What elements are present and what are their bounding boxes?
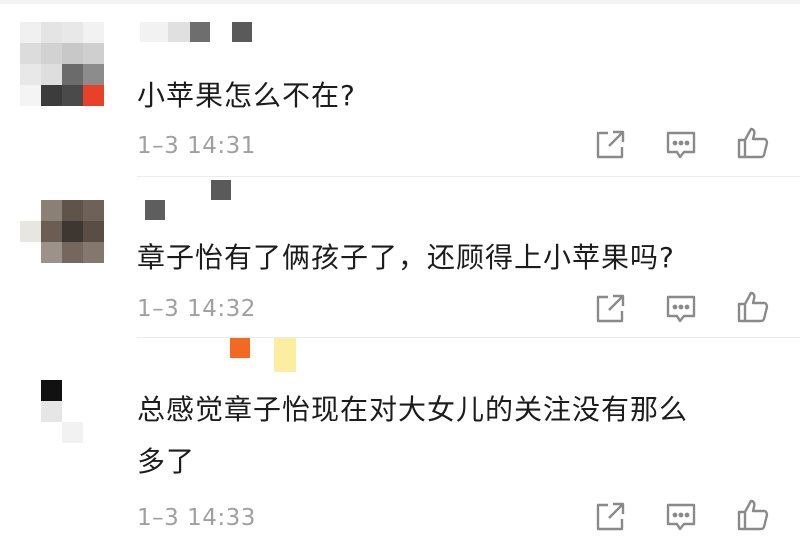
- comment-list: 小苹果怎么不在? 1–3 14:31 章子怡有了俩孩子了，还顾得上小苹果吗? 1…: [0, 0, 800, 541]
- share-button[interactable]: [593, 292, 627, 326]
- thumbs-up-icon: [737, 127, 769, 159]
- comment-time: 1–3 14:31: [137, 133, 256, 159]
- thumbs-up-icon: [737, 291, 769, 323]
- avatar[interactable]: [20, 22, 106, 108]
- share-button[interactable]: [593, 128, 627, 162]
- share-button[interactable]: [593, 500, 627, 534]
- reply-button[interactable]: [664, 500, 698, 534]
- like-button[interactable]: [736, 126, 770, 160]
- share-icon: [596, 294, 625, 323]
- comment-text: 小苹果怎么不在?: [137, 79, 356, 112]
- avatar[interactable]: [20, 200, 106, 286]
- like-button[interactable]: [736, 290, 770, 324]
- thumbs-up-icon: [737, 499, 769, 531]
- avatar[interactable]: [20, 380, 106, 466]
- like-button[interactable]: [736, 498, 770, 532]
- username[interactable]: [140, 22, 260, 44]
- share-icon: [596, 130, 625, 159]
- share-icon: [596, 502, 625, 531]
- reply-button[interactable]: [664, 292, 698, 326]
- comment-time: 1–3 14:32: [137, 296, 256, 322]
- comment-icon: [666, 131, 696, 159]
- comment-item: 小苹果怎么不在? 1–3 14:31: [0, 0, 800, 178]
- comment-time: 1–3 14:33: [137, 505, 256, 531]
- username[interactable]: [145, 180, 245, 222]
- username[interactable]: [230, 338, 310, 378]
- comment-text: 总感觉章子怡现在对大女儿的关注没有那么 多了: [137, 393, 689, 478]
- divider: [137, 176, 800, 177]
- comment-text: 章子怡有了俩孩子了，还顾得上小苹果吗?: [137, 241, 675, 274]
- comment-icon: [666, 503, 696, 531]
- reply-button[interactable]: [664, 128, 698, 162]
- comment-icon: [666, 295, 696, 323]
